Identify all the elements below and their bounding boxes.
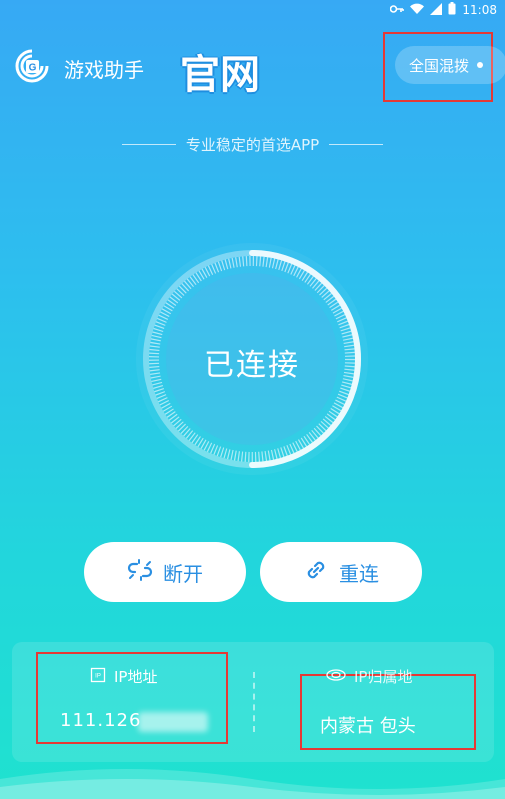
tagline: 专业稳定的首选APP bbox=[0, 134, 505, 155]
ip-redaction bbox=[138, 712, 208, 732]
route-mode-button[interactable]: 全国混拨 bbox=[395, 46, 505, 84]
ip-value: 111.126 bbox=[60, 710, 142, 731]
disconnect-button[interactable]: 断开 bbox=[84, 542, 246, 602]
panel-divider bbox=[253, 672, 255, 732]
clock-time: 11:08 bbox=[462, 3, 497, 17]
ip-chip-icon: IP bbox=[90, 667, 106, 687]
battery-icon bbox=[448, 2, 456, 18]
globe-icon bbox=[326, 668, 346, 686]
route-mode-label: 全国混拨 bbox=[409, 56, 470, 75]
app-logo-icon: G bbox=[14, 48, 50, 84]
disconnect-label: 断开 bbox=[163, 561, 203, 586]
dot-icon bbox=[477, 62, 484, 68]
location-label: IP归属地 bbox=[354, 668, 413, 686]
connection-status: 已连接 bbox=[204, 348, 300, 383]
status-icons: 11:08 bbox=[390, 2, 497, 18]
brand-name: 游戏助手 bbox=[64, 58, 144, 82]
signal-icon bbox=[430, 2, 443, 18]
link-icon bbox=[303, 557, 329, 588]
reconnect-label: 重连 bbox=[339, 561, 379, 586]
tagline-text: 专业稳定的首选APP bbox=[185, 136, 320, 154]
divider-line bbox=[121, 144, 176, 145]
bottom-wave bbox=[0, 769, 505, 799]
location-value: 内蒙古 包头 bbox=[320, 716, 416, 737]
header: G 游戏助手 官网 全国混拨 bbox=[12, 32, 505, 102]
divider-line bbox=[329, 144, 384, 145]
official-badge: 官网 bbox=[180, 52, 260, 98]
ip-label: IP地址 bbox=[114, 668, 158, 686]
route-highlight-box: 全国混拨 bbox=[383, 32, 505, 102]
key-icon bbox=[390, 3, 405, 17]
svg-text:IP: IP bbox=[95, 673, 101, 679]
connection-dial[interactable]: 已连接 bbox=[127, 234, 377, 484]
location-header: IP归属地 bbox=[326, 666, 412, 687]
reconnect-button[interactable]: 重连 bbox=[260, 542, 422, 602]
svg-text:G: G bbox=[29, 63, 37, 74]
status-bar: 11:08 bbox=[0, 0, 505, 20]
wifi-icon bbox=[410, 3, 425, 18]
broken-link-icon bbox=[127, 557, 153, 588]
action-bar: 断开 重连 bbox=[0, 542, 505, 602]
ip-header: IP IP地址 bbox=[90, 666, 157, 687]
